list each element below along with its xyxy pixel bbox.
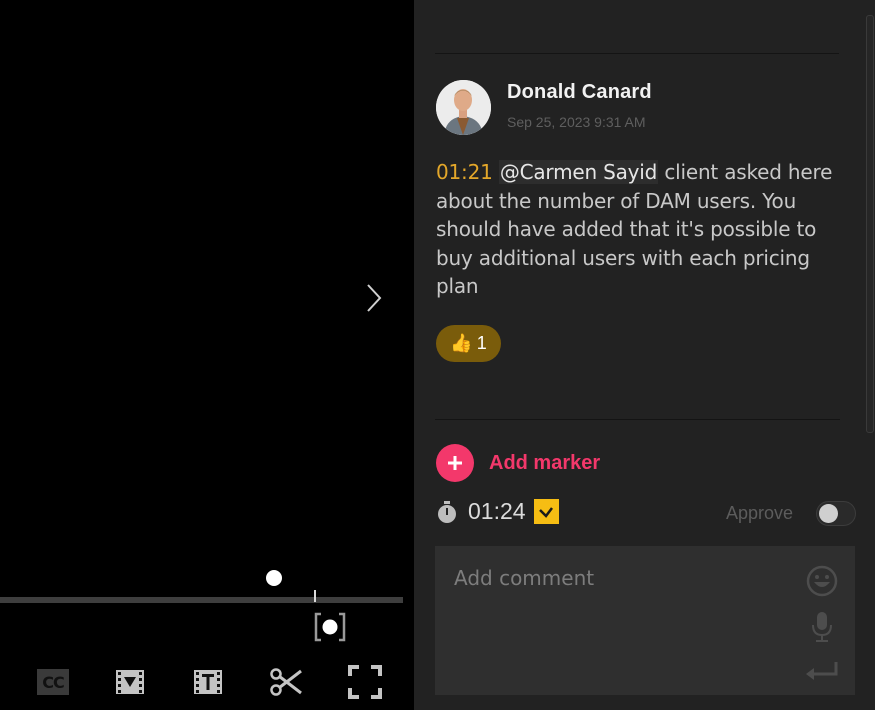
cc-icon: CC [37,669,69,695]
emoji-button[interactable] [805,564,839,598]
chevron-right-icon [367,284,382,312]
fullscreen-button[interactable] [347,664,383,700]
send-button[interactable] [805,654,839,688]
approve-toggle[interactable] [816,501,856,526]
video-text-button[interactable] [192,664,224,700]
video-player[interactable]: CC [0,0,414,710]
plus-icon [436,444,474,482]
video-marker-button[interactable] [114,664,146,700]
voice-input-button[interactable] [805,610,839,644]
marker-range-handle[interactable] [313,612,347,642]
enter-icon [806,662,838,680]
marker-range-icon [314,612,346,642]
attach-time-checkbox[interactable] [533,499,559,524]
avatar [436,80,491,135]
comment-input[interactable] [435,546,795,695]
toggle-knob [819,504,838,523]
current-time: 01:24 [468,498,526,524]
stopwatch-icon [438,500,456,523]
checkmark-icon [539,506,554,518]
mention[interactable]: @Carmen Sayid [498,160,659,184]
comment-body: 01:21 @Carmen Sayid client asked here ab… [436,158,836,301]
approve-label: Approve [726,503,794,523]
film-text-icon [194,670,222,694]
smiley-icon [806,565,838,597]
comment-time-marker[interactable]: 01:21 [436,160,493,184]
add-marker-label: Add marker [489,451,601,474]
add-marker-button[interactable]: Add marker [436,444,600,482]
fullscreen-icon [348,665,382,699]
thumbs-up-icon: 👍 [450,333,473,354]
comment-composer [435,546,855,695]
reaction-thumbs-up[interactable]: 👍 1 [436,325,501,362]
playhead[interactable] [314,590,316,602]
microphone-icon [812,612,832,642]
player-controls: CC [0,660,414,704]
comments-panel: Donald Canard Sep 25, 2023 9:31 AM 01:21… [414,0,875,710]
trim-button[interactable] [268,664,304,700]
scrollbar[interactable] [866,15,874,433]
reaction-count: 1 [476,333,487,353]
avatar-image [436,80,491,135]
comment-author: Donald Canard [507,81,652,103]
timeline-comment-marker[interactable] [266,570,282,586]
next-button[interactable] [362,282,386,314]
closed-captions-button[interactable]: CC [36,664,70,700]
divider [435,53,839,54]
film-marker-icon [116,670,144,694]
attached-time: 01:24 [436,498,559,525]
scissors-icon [270,668,302,696]
divider [435,419,840,420]
timeline-scrubber[interactable] [0,597,403,603]
comment-timestamp: Sep 25, 2023 9:31 AM [507,114,646,130]
